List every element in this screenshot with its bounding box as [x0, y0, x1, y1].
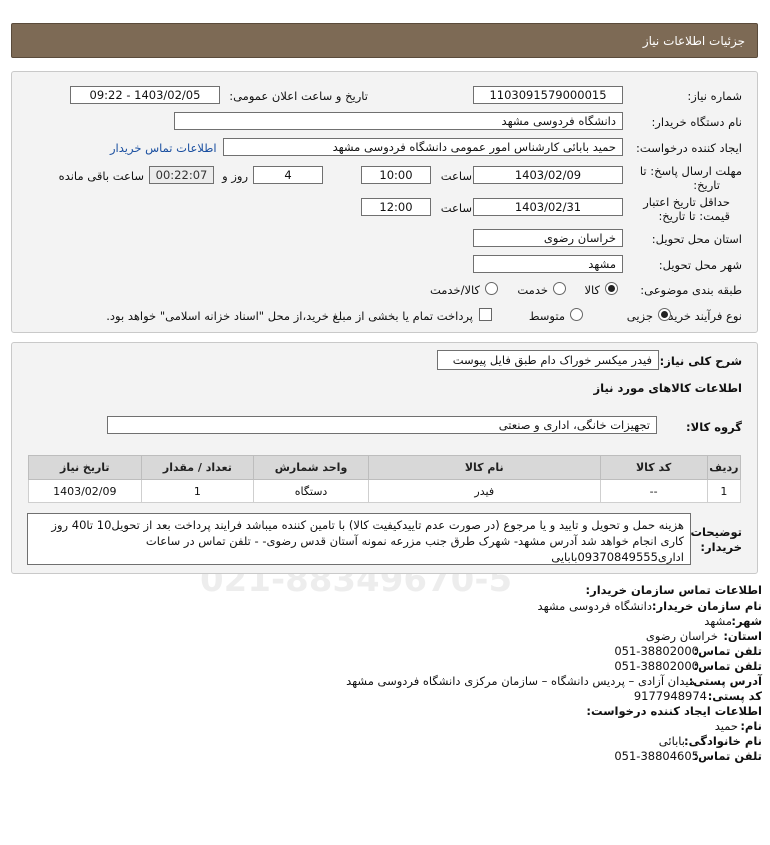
creator-label: ایجاد کننده درخواست:	[636, 141, 742, 155]
validity-time-label: ساعت	[440, 201, 472, 215]
goods-table-header: ردیف کد کالا نام کالا واحد شمارش تعداد /…	[28, 455, 742, 480]
page-title: جزئیات اطلاعات نیاز	[642, 34, 745, 48]
category-option-goods: کالا	[584, 283, 600, 297]
need-number-field: 1103091579000015	[473, 86, 623, 104]
validity-label: حداقل تاریخ اعتبار	[643, 195, 730, 209]
buyer-notes-box: هزینه حمل و تحویل و تایید و یا مرجوع (در…	[27, 513, 691, 565]
contact-org-label: نام سازمان خریدار:	[651, 599, 762, 613]
contact-address-label: آدرس پستی:	[688, 674, 762, 688]
deadline-time-label: ساعت	[440, 169, 472, 183]
contact-phone1-value: 051-38802000	[614, 644, 699, 658]
creator-phone-label: تلفن تماس:	[693, 749, 762, 763]
contact-province-value: خراسان رضوی	[645, 629, 718, 643]
days-field: 4	[253, 166, 323, 184]
col-name: نام کالا	[367, 455, 601, 480]
goods-group-label: گروه کالا:	[686, 420, 742, 434]
province-label: استان محل تحویل:	[651, 232, 742, 246]
city-label: شهر محل تحویل:	[658, 258, 742, 272]
validity-date-field: 1403/02/31	[473, 198, 623, 216]
category-label: طبقه بندی موضوعی:	[640, 283, 742, 297]
creator-family-label: نام خانوادگی:	[684, 734, 762, 748]
buyer-notes-label: توضیحات	[690, 525, 743, 539]
table-row: 1 -- فیدر دستگاه 1 1403/02/09	[28, 479, 742, 503]
creator-phone-value: 051-38804605	[614, 749, 699, 763]
treasury-payment-note: پرداخت تمام یا بخشی از مبلغ خرید،از محل …	[106, 309, 473, 323]
announce-field: 1403/02/05 - 09:22	[70, 86, 220, 104]
announce-label: تاریخ و ساعت اعلان عمومی:	[229, 89, 368, 103]
summary-label: شرح کلی نیاز:	[659, 354, 742, 368]
contact-city-label: شهر:	[731, 614, 762, 628]
creator-family-value: بابائی	[658, 734, 685, 748]
creator-name-label: نام:	[740, 719, 762, 733]
deadline-date-field: 1403/02/09	[473, 166, 623, 184]
col-unit: واحد شمارش	[253, 455, 369, 480]
need-number-label: شماره نیاز:	[687, 89, 742, 103]
category-radio-service[interactable]	[553, 282, 566, 295]
col-row: ردیف	[706, 455, 742, 480]
contact-org-value: دانشگاه فردوسی مشهد	[537, 599, 652, 613]
col-qty: تعداد / مقدار	[140, 455, 255, 480]
contact-postal-label: کد پستی:	[707, 689, 762, 703]
treasury-payment-checkbox[interactable]	[479, 308, 492, 321]
category-radio-goods[interactable]	[605, 282, 618, 295]
creator-info-title: اطلاعات ایجاد کننده درخواست:	[586, 704, 762, 718]
contact-title: اطلاعات تماس سازمان خریدار:	[585, 583, 762, 597]
city-field: مشهد	[473, 255, 623, 273]
process-option-minor: جزیی	[626, 309, 653, 323]
goods-group-field: تجهیزات خانگی، اداری و صنعتی	[107, 416, 657, 434]
cell-name: فیدر	[367, 479, 601, 503]
process-option-medium: متوسط	[528, 309, 565, 323]
goods-info-title: اطلاعات کالاهای مورد نیاز	[593, 381, 742, 395]
creator-field: حمید بابائی کارشناس امور عمومی دانشگاه ف…	[223, 138, 623, 156]
contact-phone2-label: تلفن تماس:	[693, 659, 762, 673]
summary-field: فیدر میکسر خوراک دام طبق فایل پیوست	[437, 350, 659, 370]
cell-date: 1403/02/09	[28, 479, 142, 503]
creator-name-value: حمید	[714, 719, 738, 733]
province-field: خراسان رضوی	[473, 229, 623, 247]
remaining-time-field: 00:22:07	[149, 166, 214, 184]
contact-phone2-value: 051-38802000	[614, 659, 699, 673]
deadline-label: مهلت ارسال پاسخ: تا	[639, 164, 742, 178]
contact-address-value: میدان آزادی – پردیس دانشگاه – سازمان مرک…	[346, 674, 695, 688]
buyer-org-field: دانشگاه فردوسی مشهد	[174, 112, 623, 130]
buyer-contact-link[interactable]: اطلاعات تماس خریدار	[110, 141, 217, 155]
cell-unit: دستگاه	[253, 479, 369, 503]
process-radio-medium[interactable]	[570, 308, 583, 321]
contact-city-value: مشهد	[704, 614, 732, 628]
contact-province-label: استان:	[723, 629, 762, 643]
process-radio-minor[interactable]	[658, 308, 671, 321]
contact-postal-value: 9177948974	[633, 689, 707, 703]
category-option-service: خدمت	[517, 283, 548, 297]
buyer-notes-label-2: خریدار:	[700, 540, 742, 554]
category-option-goods-service: کالا/خدمت	[429, 283, 480, 297]
validity-label-2: قیمت: تا تاریخ:	[658, 209, 730, 223]
contact-phone1-label: تلفن تماس:	[693, 644, 762, 658]
days-label: روز و	[222, 169, 248, 183]
buyer-org-label: نام دستگاه خریدار:	[651, 115, 742, 129]
deadline-time-field: 10:00	[361, 166, 431, 184]
col-date: تاریخ نیاز	[28, 455, 142, 480]
category-radio-goods-service[interactable]	[485, 282, 498, 295]
goods-table: ردیف کد کالا نام کالا واحد شمارش تعداد /…	[28, 455, 742, 503]
remaining-label: ساعت باقی مانده	[58, 169, 144, 183]
cell-qty: 1	[140, 479, 255, 503]
deadline-label-2: تاریخ:	[693, 178, 720, 192]
validity-time-field: 12:00	[361, 198, 431, 216]
cell-code: --	[599, 479, 708, 503]
page-header: جزئیات اطلاعات نیاز	[11, 23, 758, 58]
col-code: کد کالا	[599, 455, 708, 480]
process-label: نوع فرآیند خرید :	[660, 309, 742, 323]
cell-row: 1	[706, 479, 742, 503]
